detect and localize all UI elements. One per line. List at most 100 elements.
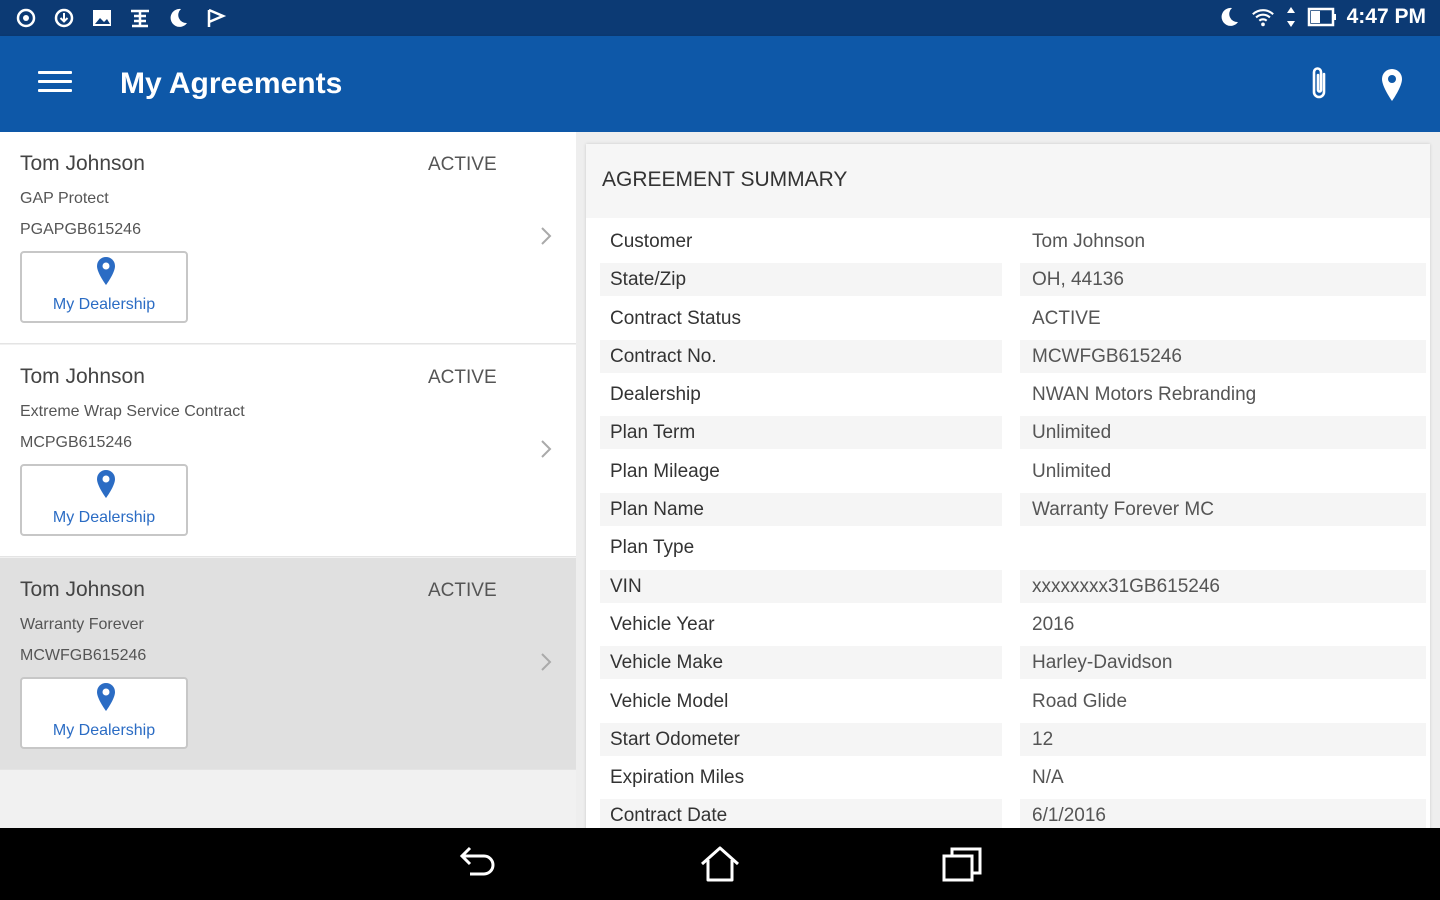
summary-row: Vehicle Make Harley-Davidson bbox=[600, 643, 1426, 681]
summary-value: xxxxxxxx31GB615246 bbox=[1020, 569, 1426, 603]
hamburger-menu-icon[interactable] bbox=[38, 71, 72, 97]
summary-row: Plan Name Warranty Forever MC bbox=[600, 490, 1426, 528]
back-icon[interactable] bbox=[456, 844, 500, 884]
summary-label: Dealership bbox=[610, 384, 701, 406]
summary-value: Unlimited bbox=[1032, 460, 1112, 482]
do-not-disturb-moon-icon bbox=[1217, 5, 1241, 29]
summary-label: VIN bbox=[600, 569, 1002, 603]
summary-label: Contract Date bbox=[600, 799, 1002, 828]
wifi-icon bbox=[1251, 5, 1275, 29]
location-pin-icon bbox=[94, 255, 118, 287]
cast-icon bbox=[128, 6, 152, 30]
summary-row: Vehicle Model Road Glide bbox=[600, 682, 1426, 720]
contract-number: MCWFGB615246 bbox=[20, 647, 147, 664]
clock: 4:47 PM bbox=[1346, 5, 1426, 28]
my-dealership-label: My Dealership bbox=[52, 509, 156, 526]
status-badge: ACTIVE bbox=[428, 580, 497, 601]
summary-label: Contract Status bbox=[610, 307, 741, 329]
summary-label: Customer bbox=[610, 231, 693, 252]
summary-row: Vehicle Year 2016 bbox=[600, 605, 1426, 643]
summary-label: Plan Type bbox=[610, 537, 695, 559]
agreement-list-item[interactable]: Tom Johnson ACTIVE Extreme Wrap Service … bbox=[0, 345, 576, 557]
summary-value: N/A bbox=[1032, 767, 1064, 789]
location-pin-icon bbox=[94, 468, 118, 500]
moon-icon bbox=[166, 6, 190, 30]
summary-row: Contract Date 6/1/2016 bbox=[600, 796, 1426, 828]
plan-name: Warranty Forever bbox=[20, 616, 144, 633]
status-badge: ACTIVE bbox=[428, 154, 497, 175]
data-arrows-icon bbox=[1285, 5, 1297, 29]
summary-value: 2016 bbox=[1032, 613, 1075, 635]
agreement-list-item-selected[interactable]: Tom Johnson ACTIVE Warranty Forever MCWF… bbox=[0, 558, 576, 770]
chevron-right-icon bbox=[538, 650, 554, 674]
chevron-right-icon bbox=[538, 437, 554, 461]
agreement-summary-card: AGREEMENT SUMMARY Customer Tom Johnson St… bbox=[586, 144, 1430, 828]
attachment-icon[interactable] bbox=[1304, 64, 1336, 104]
summary-value: Warranty Forever MC bbox=[1020, 493, 1426, 527]
summary-value: 6/1/2016 bbox=[1020, 799, 1426, 828]
system-status: 4:47 PM bbox=[1217, 5, 1426, 29]
contract-number: MCPGB615246 bbox=[20, 434, 133, 451]
summary-label: State/Zip bbox=[600, 263, 1002, 297]
flag-icon bbox=[204, 6, 228, 30]
summary-label: Vehicle Make bbox=[600, 646, 1002, 680]
summary-label: Plan Mileage bbox=[610, 460, 720, 482]
summary-row: Contract No. MCWFGB615246 bbox=[600, 337, 1426, 375]
summary-row: State/Zip OH, 44136 bbox=[600, 260, 1426, 298]
customer-name: Tom Johnson bbox=[20, 365, 145, 388]
contract-number: PGAPGB615246 bbox=[20, 221, 141, 238]
home-icon[interactable] bbox=[698, 844, 742, 884]
summary-label: Expiration Miles bbox=[610, 767, 745, 789]
summary-row: Plan Mileage Unlimited bbox=[600, 452, 1426, 490]
summary-value: Unlimited bbox=[1020, 416, 1426, 450]
customer-name: Tom Johnson bbox=[20, 578, 145, 601]
notification-icons bbox=[14, 6, 228, 30]
summary-header: AGREEMENT SUMMARY bbox=[586, 144, 1430, 218]
summary-value: OH, 44136 bbox=[1020, 263, 1426, 297]
page-title: My Agreements bbox=[120, 67, 343, 100]
summary-row: Customer Tom Johnson bbox=[600, 222, 1426, 260]
recent-apps-icon[interactable] bbox=[940, 844, 984, 884]
status-bar: 4:47 PM bbox=[0, 0, 1440, 36]
status-badge: ACTIVE bbox=[428, 367, 497, 388]
plan-name: GAP Protect bbox=[20, 190, 109, 207]
summary-label: Plan Name bbox=[600, 493, 1002, 527]
my-dealership-button[interactable]: My Dealership bbox=[20, 677, 188, 749]
summary-value: Tom Johnson bbox=[1032, 231, 1146, 252]
summary-value: NWAN Motors Rebranding bbox=[1032, 384, 1257, 406]
agreement-list: Tom Johnson ACTIVE GAP Protect PGAPGB615… bbox=[0, 132, 576, 828]
plan-name: Extreme Wrap Service Contract bbox=[20, 403, 245, 420]
summary-value: ACTIVE bbox=[1032, 307, 1101, 329]
summary-row: Contract Status ACTIVE bbox=[600, 299, 1426, 337]
customer-name: Tom Johnson bbox=[20, 152, 145, 175]
chevron-right-icon bbox=[538, 224, 554, 248]
summary-label: Vehicle Model bbox=[610, 690, 729, 712]
agreement-list-item[interactable]: Tom Johnson ACTIVE GAP Protect PGAPGB615… bbox=[0, 132, 576, 344]
my-dealership-label: My Dealership bbox=[52, 296, 156, 313]
summary-label: Contract No. bbox=[600, 339, 1002, 373]
summary-value: 12 bbox=[1020, 722, 1426, 756]
my-dealership-label: My Dealership bbox=[52, 722, 156, 739]
navigation-bar bbox=[0, 828, 1440, 900]
summary-value bbox=[1020, 531, 1426, 564]
summary-row: Start Odometer 12 bbox=[600, 720, 1426, 758]
summary-label: Start Odometer bbox=[600, 722, 1002, 756]
summary-label: Vehicle Year bbox=[610, 613, 715, 635]
summary-label: Plan Term bbox=[600, 416, 1002, 450]
agreement-detail-pane: AGREEMENT SUMMARY Customer Tom Johnson St… bbox=[576, 132, 1440, 828]
summary-value: MCWFGB615246 bbox=[1020, 339, 1426, 373]
battery-icon bbox=[1307, 5, 1337, 29]
summary-row: Plan Type bbox=[600, 528, 1426, 566]
summary-table: Customer Tom Johnson State/Zip OH, 44136 C… bbox=[600, 222, 1426, 828]
sync-icon bbox=[14, 6, 38, 30]
summary-row: Expiration Miles N/A bbox=[600, 758, 1426, 796]
summary-row: Plan Term Unlimited bbox=[600, 413, 1426, 451]
summary-row: VIN xxxxxxxx31GB615246 bbox=[600, 567, 1426, 605]
summary-title: AGREEMENT SUMMARY bbox=[602, 168, 848, 191]
download-icon bbox=[52, 6, 76, 30]
my-dealership-button[interactable]: My Dealership bbox=[20, 251, 188, 323]
image-icon bbox=[90, 6, 114, 30]
summary-value: Harley-Davidson bbox=[1020, 646, 1426, 680]
location-pin-icon[interactable] bbox=[1376, 66, 1408, 106]
my-dealership-button[interactable]: My Dealership bbox=[20, 464, 188, 536]
